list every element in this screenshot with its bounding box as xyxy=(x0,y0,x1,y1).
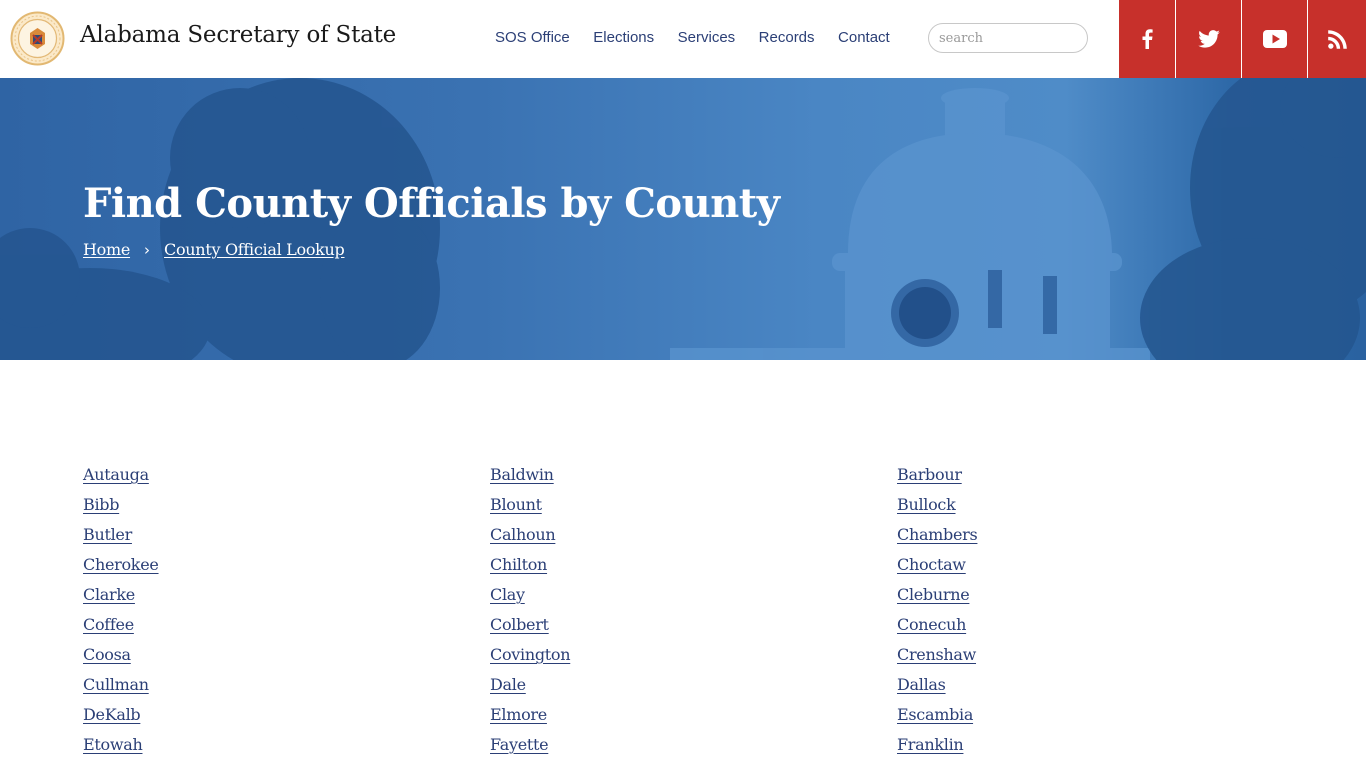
nav-elections[interactable]: Elections xyxy=(593,29,654,46)
social-links xyxy=(1119,0,1366,78)
county-link[interactable]: Barbour xyxy=(897,462,962,492)
county-link[interactable]: Dallas xyxy=(897,672,946,702)
county-link[interactable]: Coosa xyxy=(83,642,131,672)
county-link[interactable]: Bibb xyxy=(83,492,119,522)
county-link[interactable]: Clarke xyxy=(83,582,135,612)
page-title: Find County Officials by County xyxy=(83,180,780,227)
county-link[interactable]: Cherokee xyxy=(83,552,159,582)
state-seal-logo[interactable] xyxy=(10,11,65,66)
rss-button[interactable] xyxy=(1307,0,1366,78)
youtube-button[interactable] xyxy=(1241,0,1307,78)
county-link[interactable]: Clay xyxy=(490,582,525,612)
county-link[interactable]: Fayette xyxy=(490,732,549,762)
facebook-button[interactable] xyxy=(1119,0,1175,78)
county-link[interactable]: Butler xyxy=(83,522,132,552)
nav-contact[interactable]: Contact xyxy=(838,29,890,46)
twitter-button[interactable] xyxy=(1175,0,1241,78)
county-link[interactable]: Colbert xyxy=(490,612,549,642)
county-link[interactable]: Etowah xyxy=(83,732,143,762)
county-link[interactable]: Choctaw xyxy=(897,552,966,582)
youtube-icon xyxy=(1262,30,1287,48)
facebook-icon xyxy=(1142,29,1153,49)
seal-icon xyxy=(10,11,65,66)
county-link[interactable]: Calhoun xyxy=(490,522,556,552)
county-link[interactable]: Escambia xyxy=(897,702,973,732)
nav-sos-office[interactable]: SOS Office xyxy=(495,29,570,46)
breadcrumb-county-official-lookup[interactable]: County Official Lookup xyxy=(164,240,345,259)
county-link[interactable]: Franklin xyxy=(897,732,964,762)
county-link[interactable]: Blount xyxy=(490,492,542,522)
main-nav: SOS Office Elections Services Records Co… xyxy=(495,29,913,46)
twitter-icon xyxy=(1197,30,1220,48)
county-link[interactable]: Dale xyxy=(490,672,526,702)
county-list: Autauga Baldwin Barbour Bibb Blount Bull… xyxy=(83,462,1303,762)
nav-records[interactable]: Records xyxy=(759,29,815,46)
county-link[interactable]: Crenshaw xyxy=(897,642,976,672)
county-link[interactable]: Cleburne xyxy=(897,582,970,612)
chevron-right-icon: › xyxy=(144,240,151,259)
breadcrumb-home[interactable]: Home xyxy=(83,240,130,259)
county-link[interactable]: Cullman xyxy=(83,672,149,702)
nav-services[interactable]: Services xyxy=(678,29,736,46)
county-link[interactable]: DeKalb xyxy=(83,702,141,732)
hero-banner: Find County Officials by County Home › C… xyxy=(0,78,1366,360)
county-link[interactable]: Chilton xyxy=(490,552,547,582)
county-link[interactable]: Elmore xyxy=(490,702,547,732)
county-link[interactable]: Covington xyxy=(490,642,571,672)
breadcrumb: Home › County Official Lookup xyxy=(83,240,345,259)
county-link[interactable]: Bullock xyxy=(897,492,956,522)
county-link[interactable]: Coffee xyxy=(83,612,134,642)
search-input[interactable] xyxy=(928,23,1088,53)
site-title[interactable]: Alabama Secretary of State xyxy=(80,22,396,48)
county-link[interactable]: Autauga xyxy=(83,462,149,492)
site-header: Alabama Secretary of State SOS Office El… xyxy=(0,0,1366,78)
county-link[interactable]: Baldwin xyxy=(490,462,554,492)
rss-icon xyxy=(1327,29,1347,49)
county-link[interactable]: Chambers xyxy=(897,522,978,552)
county-link[interactable]: Conecuh xyxy=(897,612,966,642)
